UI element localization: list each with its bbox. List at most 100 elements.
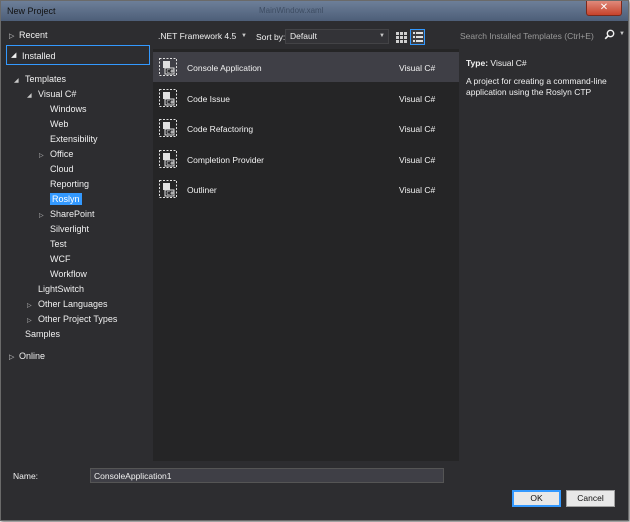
list-view-button[interactable] <box>410 29 425 45</box>
template-language: Visual C# <box>399 185 436 195</box>
sort-by-select[interactable]: Default ▼ <box>285 29 389 44</box>
tree-item-lightswitch[interactable]: LightSwitch <box>27 284 84 294</box>
tree-item-visual-c-[interactable]: ◢ Visual C# <box>27 89 76 99</box>
tree-item-office[interactable]: ▷ Office <box>39 149 73 159</box>
tree-item-label: Samples <box>25 329 61 339</box>
template-name: Completion Provider <box>187 154 265 165</box>
new-project-dialog: New Project MainWindow.xaml ✕ ▷ Recent ◢ … <box>0 0 629 521</box>
background-window-title: MainWindow.xaml <box>259 6 324 15</box>
tree-item-workflow[interactable]: Workflow <box>39 269 87 279</box>
chevron-down-icon[interactable]: ▼ <box>619 31 625 37</box>
close-icon: ✕ <box>599 2 609 13</box>
template-row[interactable]: C# Code Issue Visual C# <box>153 83 459 113</box>
template-row[interactable]: C# Outliner Visual C# <box>153 174 459 204</box>
template-row[interactable]: C# Code Refactoring Visual C# <box>153 113 459 143</box>
template-name: Code Refactoring <box>187 124 254 134</box>
framework-value: .NET Framework 4.5 <box>158 31 237 41</box>
tree-item-label: Silverlight <box>50 224 90 234</box>
template-list: C# Console Application Visual C# C# Code Iss… <box>153 49 459 461</box>
tree-item-label: Other Project Types <box>38 314 118 324</box>
csharp-project-template-icon: C# <box>158 149 178 169</box>
template-details: Type: Visual C# A project for creating a… <box>459 49 628 461</box>
expand-arrow-icon: ▷ <box>9 33 15 40</box>
tree-item-other-project-types[interactable]: ▷ Other Project Types <box>27 314 117 324</box>
nav-recent[interactable]: ▷ Recent <box>9 30 48 40</box>
sort-by-value: Default <box>290 31 317 41</box>
tree-item-samples[interactable]: Samples <box>14 329 60 339</box>
tree-item-label: Visual C# <box>38 89 77 99</box>
tree-item-label: WCF <box>50 254 71 264</box>
small-icons-view-button[interactable] <box>394 30 408 44</box>
csharp-project-template-icon: C# <box>158 57 178 77</box>
tree-item-label: Other Languages <box>38 299 108 309</box>
expand-arrow-icon[interactable]: ▷ <box>39 212 50 219</box>
nav-installed[interactable]: ◢ Installed <box>6 45 150 65</box>
svg-text:C#: C# <box>167 69 175 75</box>
collapse-arrow-icon[interactable]: ◢ <box>27 92 38 99</box>
project-name-input[interactable] <box>90 468 444 483</box>
search-icon[interactable] <box>604 29 615 43</box>
tree-item-test[interactable]: Test <box>39 239 67 249</box>
expand-arrow-icon[interactable]: ▷ <box>27 317 38 324</box>
svg-text:C#: C# <box>167 100 175 106</box>
template-navigation: ▷ Recent ◢ Installed ◢ Templates ◢ Visual C#… <box>1 21 153 461</box>
template-name: Outliner <box>187 185 217 195</box>
ok-button[interactable]: OK <box>512 490 561 507</box>
nav-recent-label: Recent <box>19 30 48 40</box>
tree-item-label: Test <box>50 239 67 249</box>
nav-installed-label: Installed <box>22 51 56 61</box>
tree-item-label: Windows <box>50 104 87 114</box>
nav-online[interactable]: ▷ Online <box>9 351 45 361</box>
tree-item-extensibility[interactable]: Extensibility <box>39 134 98 144</box>
expand-arrow-icon[interactable]: ▷ <box>39 152 50 159</box>
dialog-footer: Name: OK Cancel <box>1 461 628 520</box>
tree-item-label: SharePoint <box>50 209 95 219</box>
cancel-button[interactable]: Cancel <box>566 490 615 507</box>
toolbar: .NET Framework 4.5 ▼ Sort by: Default ▼ <box>153 27 628 47</box>
tree-item-roslyn[interactable]: Roslyn <box>39 193 82 205</box>
template-description: A project for creating a command-line ap… <box>466 76 607 97</box>
tree-item-label: Cloud <box>50 164 74 174</box>
tree-item-label: Office <box>50 149 74 159</box>
title-bar[interactable]: New Project MainWindow.xaml ✕ <box>1 1 628 21</box>
template-language: Visual C# <box>399 154 436 165</box>
search-input[interactable]: Search Installed Templates (Ctrl+E) <box>458 29 626 45</box>
tree-item-web[interactable]: Web <box>39 119 68 129</box>
type-value: Visual C# <box>490 58 527 68</box>
framework-select[interactable]: .NET Framework 4.5 ▼ <box>153 29 251 44</box>
template-row[interactable]: C# Completion Provider Visual C# <box>153 144 459 174</box>
template-type: Type: Visual C# <box>466 58 527 68</box>
tree-item-label: Extensibility <box>50 134 98 144</box>
template-language: Visual C# <box>399 93 436 104</box>
tree-item-sharepoint[interactable]: ▷ SharePoint <box>39 209 95 219</box>
template-row[interactable]: C# Console Application Visual C# <box>153 52 459 82</box>
small-icons-view-icon <box>396 32 407 43</box>
collapse-arrow-icon[interactable]: ◢ <box>14 77 25 84</box>
sort-by-label: Sort by: <box>256 32 286 42</box>
tree-item-label: Roslyn <box>50 193 82 205</box>
tree-item-label: Templates <box>25 74 67 84</box>
csharp-project-template-icon: C# <box>158 88 178 108</box>
chevron-down-icon: ▼ <box>379 33 385 39</box>
tree-item-label: Reporting <box>50 179 90 189</box>
template-language: Visual C# <box>399 124 436 134</box>
template-name: Console Application <box>187 63 262 73</box>
expand-arrow-icon[interactable]: ▷ <box>27 302 38 309</box>
tree-item-label: LightSwitch <box>38 284 85 294</box>
tree-item-silverlight[interactable]: Silverlight <box>39 224 89 234</box>
tree-item-templates[interactable]: ◢ Templates <box>14 74 66 84</box>
svg-text:C#: C# <box>167 191 175 197</box>
tree-item-other-languages[interactable]: ▷ Other Languages <box>27 299 108 309</box>
dialog-title: New Project <box>7 6 56 16</box>
tree-item-cloud[interactable]: Cloud <box>39 164 74 174</box>
tree-item-label: Web <box>50 119 69 129</box>
svg-text:C#: C# <box>167 130 175 136</box>
template-language: Visual C# <box>399 63 436 73</box>
expand-arrow-icon: ▷ <box>9 354 15 361</box>
svg-text:C#: C# <box>167 161 175 167</box>
close-button[interactable]: ✕ <box>586 1 622 16</box>
tree-item-wcf[interactable]: WCF <box>39 254 71 264</box>
tree-item-windows[interactable]: Windows <box>39 104 87 114</box>
list-view-icon <box>413 32 423 42</box>
tree-item-reporting[interactable]: Reporting <box>39 179 89 189</box>
